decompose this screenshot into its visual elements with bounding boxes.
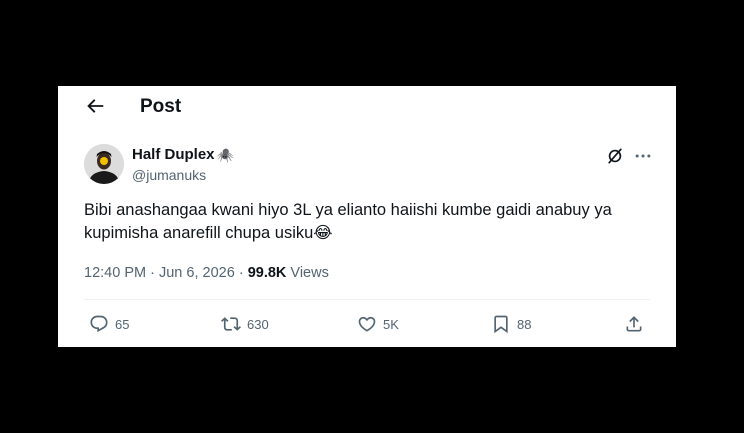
post-card: Post Half Duplex 🕷️ @jumanuks Bibi anash…	[58, 86, 676, 347]
arrow-left-icon[interactable]	[84, 95, 106, 117]
bookmark-button[interactable]: 88	[491, 312, 531, 336]
action-bar: 65 630 5K 88	[58, 312, 676, 336]
profile-photo	[84, 144, 124, 184]
post-text-line: kupimisha anarefill chupa usiku😂	[84, 224, 333, 242]
post-text-line: Bibi anashangaa kwani hiyo 3L ya elianto…	[84, 201, 612, 219]
reply-icon	[90, 315, 108, 333]
share-button[interactable]	[624, 312, 644, 336]
grok-icon[interactable]	[605, 146, 625, 166]
like-count: 5K	[383, 316, 399, 332]
post-header: Post	[58, 86, 676, 128]
divider	[84, 299, 650, 300]
reply-count: 65	[115, 316, 130, 332]
views-count: 99.8K	[247, 265, 287, 281]
author-handle[interactable]: @jumanuks	[132, 167, 206, 184]
author-name-row: Half Duplex 🕷️	[132, 146, 234, 164]
page-title: Post	[140, 96, 182, 117]
meta-separator: ·	[238, 265, 244, 281]
more-options-icon[interactable]	[633, 146, 653, 166]
repost-button[interactable]: 630	[221, 312, 269, 336]
post-text: Bibi anashangaa kwani hiyo 3L ya elianto…	[84, 199, 654, 245]
post-meta: 12:40 PM · Jun 6, 2026 · 99.8K Views	[84, 264, 329, 282]
bookmark-count: 88	[517, 316, 532, 332]
heart-icon	[358, 316, 376, 332]
repost-count: 630	[247, 316, 269, 332]
like-button[interactable]: 5K	[357, 312, 399, 336]
share-icon	[626, 316, 642, 332]
avatar[interactable]	[84, 144, 124, 184]
repost-icon	[221, 317, 241, 331]
post-time[interactable]: 12:40 PM	[84, 265, 146, 281]
reply-button[interactable]: 65	[89, 312, 129, 336]
author-name[interactable]: Half Duplex	[132, 146, 215, 164]
views-label: Views	[290, 265, 329, 281]
spider-icon: 🕷️	[216, 146, 234, 163]
bookmark-icon	[494, 315, 508, 334]
post-date[interactable]: Jun 6, 2026	[159, 265, 235, 281]
meta-separator: ·	[150, 265, 155, 281]
